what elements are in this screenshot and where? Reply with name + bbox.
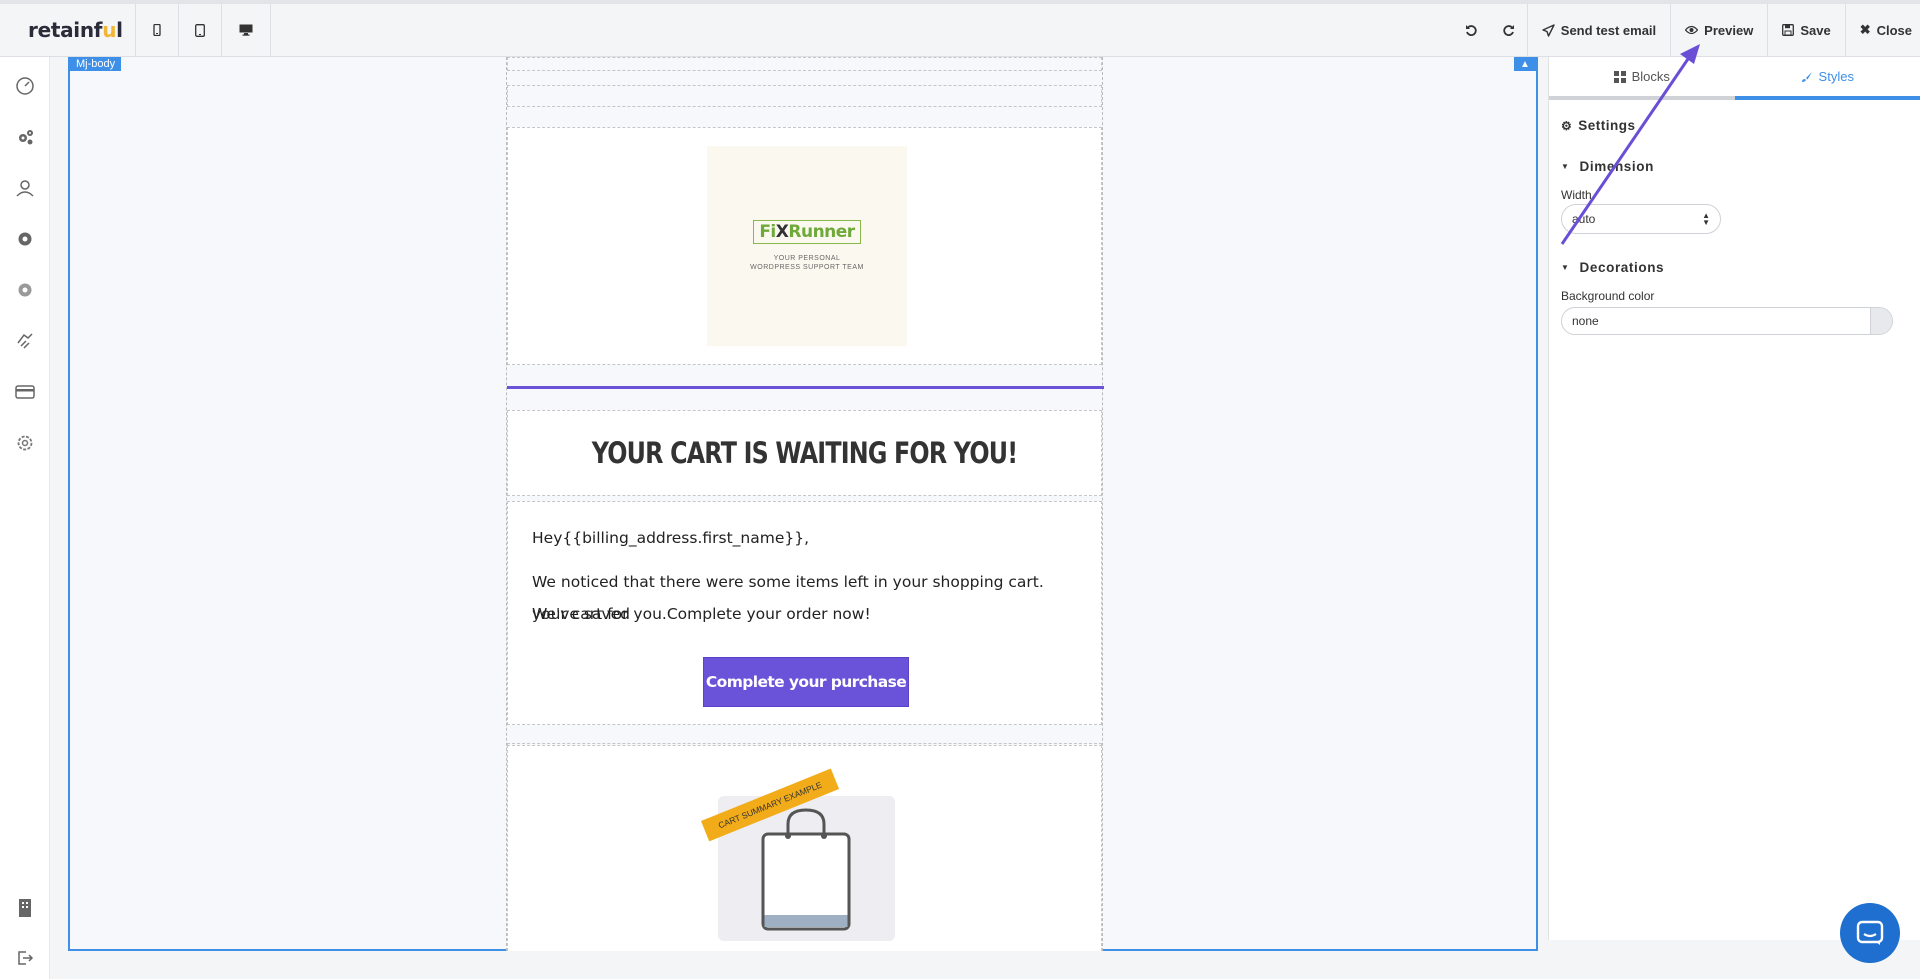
user-icon[interactable] <box>14 177 36 199</box>
gear-icon: ⚙ <box>1561 118 1573 133</box>
panel-content: ⚙ Settings ▼ Dimension Width auto ▲ ▼ ▼ D… <box>1549 100 1920 345</box>
color-swatch[interactable] <box>1870 308 1892 334</box>
panel-tabs: Blocks Styles <box>1549 57 1920 100</box>
email-headline: YOUR CART IS WAITING FOR YOU! <box>591 436 1018 470</box>
settings-heading: ⚙ Settings <box>1561 118 1636 133</box>
email-template: FiXRunner YOUR PERSONAL WORDPRESS SUPPOR… <box>506 57 1104 951</box>
dashboard-gauge-icon[interactable] <box>14 75 36 97</box>
paper-plane-icon <box>1542 23 1555 37</box>
retainful-logo: retainful <box>28 18 123 42</box>
width-label: Width <box>1561 188 1592 202</box>
toolbar-actions: Send test email Preview Save ✖ Close <box>1453 3 1920 57</box>
mobile-view-button[interactable] <box>135 3 178 57</box>
width-select[interactable]: auto ▲ ▼ <box>1561 204 1721 234</box>
headline-section[interactable]: YOUR CART IS WAITING FOR YOU! <box>507 410 1102 496</box>
gears-icon[interactable] <box>14 126 36 148</box>
fixrunner-wordmark: FiXRunner <box>753 220 861 244</box>
greeting-text: Hey{{billing_address.first_name}}, <box>532 529 810 547</box>
brand-tagline: YOUR PERSONAL WORDPRESS SUPPORT TEAM <box>750 255 864 271</box>
preview-button[interactable]: Preview <box>1670 3 1767 57</box>
settings-gear-icon[interactable] <box>14 279 36 301</box>
dimension-section-toggle[interactable]: ▼ Dimension <box>1561 159 1908 174</box>
caret-down-icon: ▼ <box>1561 263 1570 272</box>
mj-body-tag: Mj-body <box>70 57 122 71</box>
tablet-view-button[interactable] <box>178 3 221 57</box>
eye-icon <box>1685 25 1699 35</box>
tab-blocks[interactable]: Blocks <box>1549 57 1735 100</box>
email-section-spacer[interactable] <box>507 57 1102 71</box>
mobile-icon <box>153 24 161 36</box>
logo-section[interactable]: FiXRunner YOUR PERSONAL WORDPRESS SUPPOR… <box>507 127 1102 365</box>
email-section-spacer[interactable] <box>507 85 1102 107</box>
editor-canvas[interactable]: Mj-body ▲ FiXRunner YOUR PERSONAL WORDPR… <box>68 57 1538 951</box>
cog-outline-icon[interactable] <box>14 432 36 454</box>
desktop-view-button[interactable] <box>221 3 271 57</box>
complete-purchase-button[interactable]: Complete your purchase <box>703 657 909 707</box>
close-icon: ✖ <box>1859 22 1871 37</box>
chat-support-button[interactable] <box>1840 903 1900 963</box>
body-text-section[interactable]: Hey{{billing_address.first_name}}, We no… <box>507 501 1102 725</box>
device-switcher <box>135 3 271 57</box>
background-color-input[interactable]: none <box>1561 307 1893 335</box>
brand-logo-image[interactable]: FiXRunner YOUR PERSONAL WORDPRESS SUPPOR… <box>707 146 907 346</box>
building-icon[interactable] <box>14 897 36 919</box>
tablet-icon <box>195 23 205 37</box>
cart-summary-section[interactable]: CART SUMMARY EXAMPLE <box>507 745 1102 951</box>
redo-icon <box>1503 24 1514 36</box>
floppy-icon <box>1782 24 1795 36</box>
tab-styles[interactable]: Styles <box>1734 57 1920 100</box>
close-button[interactable]: ✖ Close <box>1844 3 1920 57</box>
background-color-label: Background color <box>1561 289 1655 303</box>
chat-icon <box>1856 920 1884 945</box>
body-text-line-2: your cart for you.Complete your order no… <box>532 605 871 623</box>
send-test-email-button[interactable]: Send test email <box>1526 3 1670 57</box>
blocks-icon <box>1613 70 1626 83</box>
arrow-up-icon[interactable]: ▲ <box>1514 57 1536 71</box>
desktop-icon <box>239 24 253 36</box>
settings-panel: Blocks Styles ⚙ Settings ▼ Dimension Wid… <box>1548 57 1920 940</box>
paintbrush-icon <box>1801 71 1812 82</box>
left-sidebar <box>0 57 50 979</box>
select-arrows-icon: ▲ ▼ <box>1702 211 1710 227</box>
gear-icon[interactable] <box>14 228 36 250</box>
divider-line <box>507 386 1104 389</box>
caret-down-icon: ▼ <box>1561 162 1570 171</box>
top-toolbar: retainful Send test email Preview Save ✖… <box>0 0 1920 57</box>
undo-icon <box>1465 24 1477 36</box>
save-button[interactable]: Save <box>1767 3 1844 57</box>
sign-out-icon[interactable] <box>14 947 36 969</box>
decorations-section-toggle[interactable]: ▼ Decorations <box>1561 260 1908 275</box>
credit-card-icon[interactable] <box>14 381 36 403</box>
undo-button[interactable] <box>1453 4 1490 57</box>
handshake-icon[interactable] <box>14 330 36 352</box>
redo-button[interactable] <box>1490 4 1527 57</box>
